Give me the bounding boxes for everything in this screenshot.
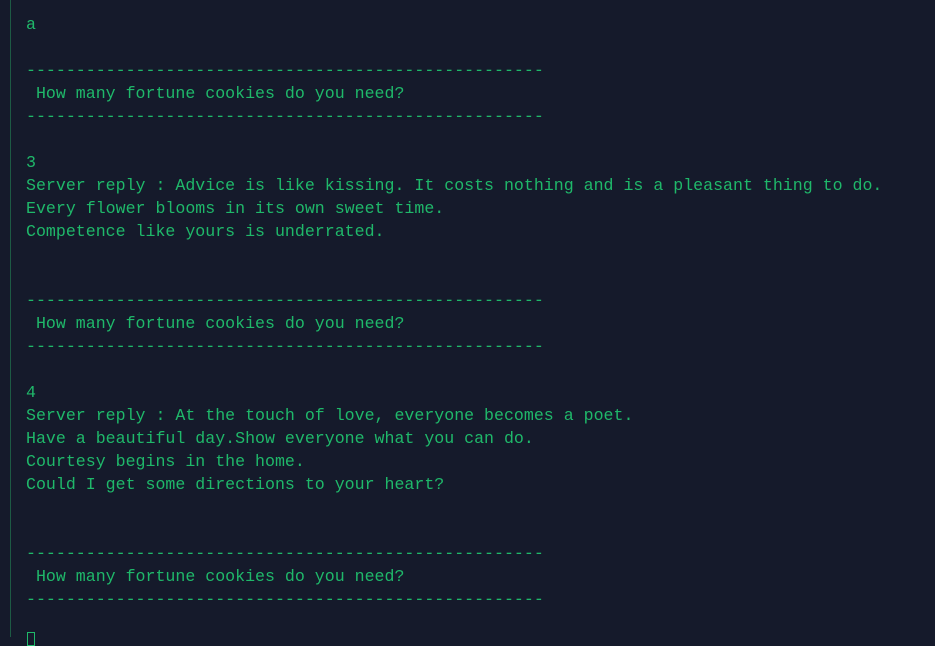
terminal-line: Every flower blooms in its own sweet tim… (26, 199, 445, 218)
terminal-line: 3 (26, 153, 36, 172)
gutter-line (10, 0, 11, 637)
terminal-line: Courtesy begins in the home. (26, 452, 305, 471)
terminal-line: Have a beautiful day.Show everyone what … (26, 429, 534, 448)
terminal-cursor (27, 632, 35, 646)
terminal-line: How many fortune cookies do you need? (26, 314, 405, 333)
terminal-line: ----------------------------------------… (26, 291, 544, 310)
terminal-line: 4 (26, 383, 36, 402)
terminal-line: Server reply : At the touch of love, eve… (26, 406, 634, 425)
terminal-line: ----------------------------------------… (26, 544, 544, 563)
terminal-line: a (26, 15, 36, 34)
terminal-line: ----------------------------------------… (26, 590, 544, 609)
terminal-line: How many fortune cookies do you need? (26, 84, 405, 103)
terminal-line: ----------------------------------------… (26, 107, 544, 126)
terminal-line: How many fortune cookies do you need? (26, 567, 405, 586)
terminal-line: Could I get some directions to your hear… (26, 475, 445, 494)
terminal-line: Server reply : Advice is like kissing. I… (26, 176, 883, 195)
terminal-output[interactable]: a ---------------------------------------… (26, 13, 882, 611)
terminal-line: Competence like yours is underrated. (26, 222, 385, 241)
terminal-line: ----------------------------------------… (26, 61, 544, 80)
terminal-line: ----------------------------------------… (26, 337, 544, 356)
